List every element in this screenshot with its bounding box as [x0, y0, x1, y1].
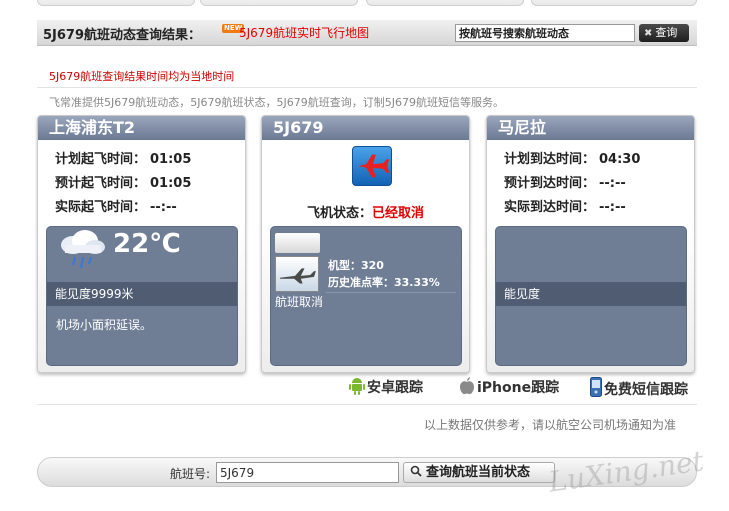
iphone-tracking-label: iPhone跟踪	[477, 380, 560, 396]
result-header: 5J679航班动态查询结果： NEW 5J679航班实时飞行地图 ✖查询	[37, 20, 697, 46]
top-tab-3[interactable]	[366, 0, 524, 6]
android-tracking-link[interactable]: 安卓跟踪	[349, 377, 423, 397]
divider	[37, 87, 697, 88]
visibility: 能见度9999米	[47, 282, 237, 306]
close-icon: ✖	[644, 28, 653, 39]
status-value: 已经取消	[372, 206, 425, 221]
flight-status: 飞机状态：已经取消	[262, 202, 469, 221]
page-title: 5J679航班动态查询结果：	[43, 28, 202, 43]
query-status-button[interactable]: 查询航班当前状态	[403, 462, 555, 483]
arrival-panel: 马尼拉 计划到达时间： 04:30 预计到达时间： --:-- 实际到达时间： --:…	[486, 115, 695, 373]
on-time-rate: 历史准点率：33.33%	[328, 276, 440, 289]
arrival-weather-box: 能见度	[495, 226, 687, 366]
departure-panel: 上海浦东T2 计划起飞时间： 01:05 预计起飞时间： 01:05 实际起飞时间：…	[37, 115, 246, 373]
flight-number-input[interactable]	[216, 462, 399, 483]
temperature: 22℃	[113, 229, 181, 259]
mobile-phone-icon	[590, 377, 602, 397]
aircraft-photo	[275, 256, 319, 292]
local-time-notice: 5J679航班查询结果时间均为当地时间	[49, 70, 235, 83]
airport-delay-note: 机场小面积延误。	[56, 318, 153, 332]
row-value: 01:05	[150, 152, 192, 167]
arrival-airport: 马尼拉	[487, 116, 694, 140]
departure-weather-box: 22℃ 能见度9999米 机场小面积延误。	[46, 226, 238, 366]
apple-icon	[460, 377, 474, 395]
flight-panel: 5J679 飞机状态：已经取消 机型：320 历史准点率：33.33% 航班取消	[261, 115, 470, 373]
sms-tracking-label: 免费短信跟踪	[604, 382, 688, 398]
row-label: 实际到达时间：	[504, 200, 596, 215]
scheduled-arrival: 计划到达时间： 04:30	[504, 148, 640, 172]
estimated-departure: 预计起飞时间： 01:05	[55, 172, 191, 196]
flight-number-label: 航班号:	[170, 467, 211, 481]
iphone-tracking-link[interactable]: iPhone跟踪	[459, 377, 559, 397]
top-tab-4[interactable]	[531, 0, 697, 6]
sms-tracking-link[interactable]: 免费短信跟踪	[590, 377, 688, 399]
flight-search-input[interactable]	[455, 24, 635, 42]
flight-number: 5J679	[262, 116, 469, 140]
rain-cloud-icon	[61, 230, 105, 269]
query-button[interactable]: ✖ 查询	[639, 24, 689, 42]
row-value: --:--	[599, 200, 626, 215]
row-value: --:--	[150, 200, 177, 215]
row-label: 预计起飞时间：	[55, 176, 147, 191]
aircraft-type: 机型：320	[328, 259, 384, 272]
query-button-label: 查询	[655, 26, 678, 39]
aircraft-info-box: 机型：320 历史准点率：33.33% 航班取消	[270, 226, 462, 366]
search-icon	[410, 465, 422, 477]
info-tab[interactable]	[275, 233, 320, 253]
service-description: 飞常准提供5J679航班动态，5J679航班状态，5J679航班查询，订制5J6…	[49, 96, 504, 109]
android-tracking-label: 安卓跟踪	[367, 380, 423, 396]
disclaimer: 以上数据仅供参考，请以航空公司机场通知为准	[424, 418, 677, 432]
status-label: 飞机状态：	[306, 206, 372, 221]
row-label: 计划起飞时间：	[55, 152, 147, 167]
departure-airport: 上海浦东T2	[38, 116, 245, 140]
top-tab-1[interactable]	[37, 0, 195, 6]
estimated-arrival: 预计到达时间： --:--	[504, 172, 640, 196]
divider	[37, 404, 697, 405]
row-value: 01:05	[150, 176, 192, 191]
actual-departure: 实际起飞时间： --:--	[55, 196, 191, 220]
airplane-icon	[352, 146, 392, 186]
scheduled-departure: 计划起飞时间： 01:05	[55, 148, 191, 172]
row-value: --:--	[599, 176, 626, 191]
row-label: 计划到达时间：	[504, 152, 596, 167]
cancel-text: 航班取消	[275, 295, 324, 309]
row-label: 预计到达时间：	[504, 176, 596, 191]
visibility: 能见度	[496, 282, 686, 306]
query-status-label: 查询航班当前状态	[426, 465, 531, 480]
actual-arrival: 实际到达时间： --:--	[504, 196, 640, 220]
row-label: 实际起飞时间：	[55, 200, 147, 215]
top-tab-2[interactable]	[200, 0, 358, 6]
android-icon	[349, 378, 365, 395]
flight-map-link[interactable]: 5J679航班实时飞行地图	[239, 24, 369, 41]
row-value: 04:30	[599, 152, 641, 167]
bottom-search-bar: 航班号: 查询航班当前状态	[37, 457, 697, 487]
divider	[326, 292, 456, 293]
